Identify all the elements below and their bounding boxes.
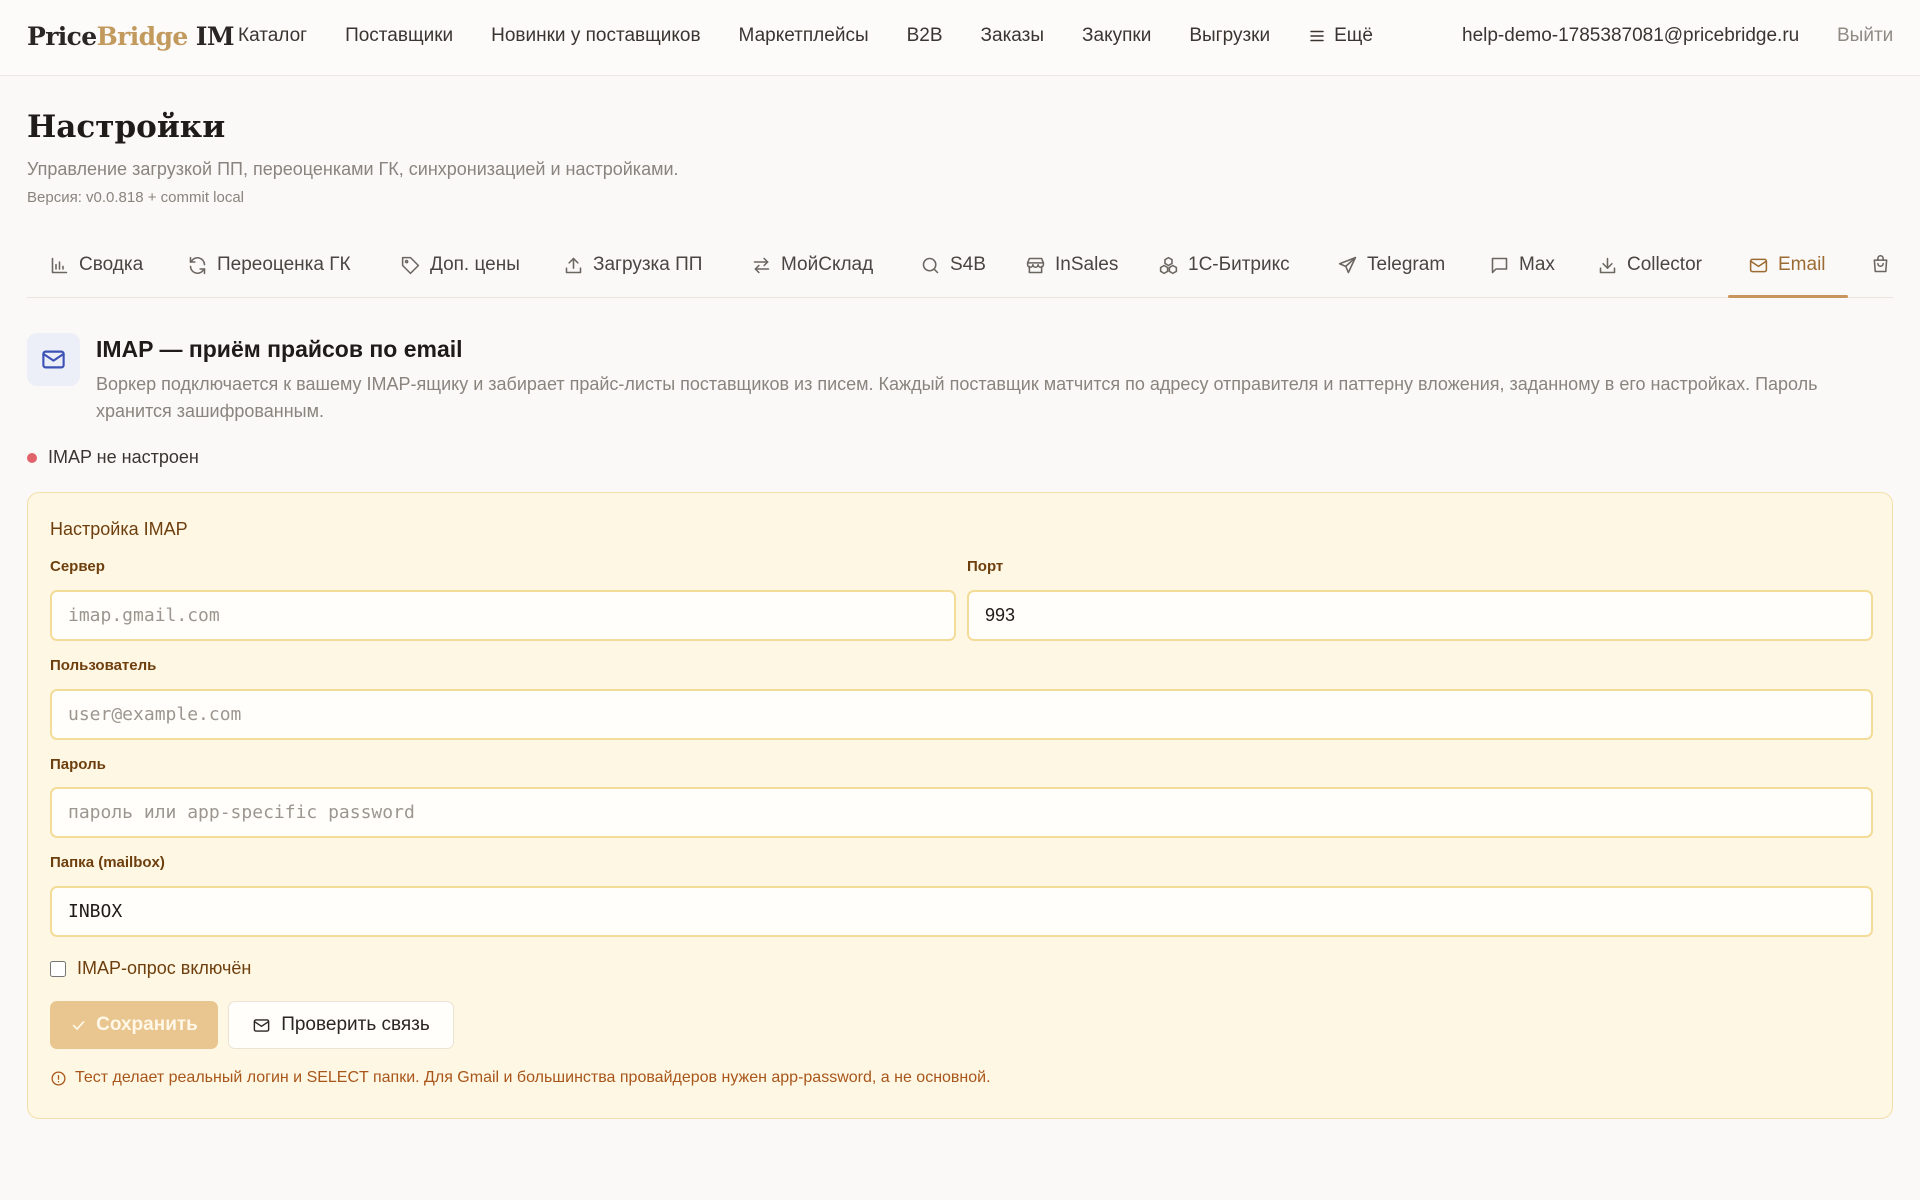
section-icon-box (27, 333, 80, 386)
test-button-label: Проверить связь (281, 1014, 430, 1035)
logo-text-im: IM (187, 22, 235, 51)
tab-more[interactable] (1870, 254, 1891, 275)
nav-more-label: Ещё (1334, 25, 1373, 46)
tab-email-label: Email (1778, 254, 1826, 275)
nav-marketplaces[interactable]: Маркетплейсы (739, 25, 869, 47)
nav-b2b[interactable]: B2B (907, 25, 943, 47)
mail-icon (253, 1018, 270, 1032)
tab-telegram[interactable]: Telegram (1337, 254, 1445, 276)
tab-bitrix-label: 1С-Битрикс (1188, 254, 1290, 275)
page-title: Настройки (27, 109, 226, 145)
tab-moysklad[interactable]: МойСклад (751, 254, 873, 276)
top-navigation: PriceBridge IM Каталог Поставщики Новинк… (0, 0, 1920, 76)
save-button[interactable]: Сохранить (50, 1001, 218, 1049)
mail-icon (42, 350, 65, 369)
cubes-icon (1159, 256, 1178, 274)
tab-summary-label: Сводка (79, 254, 144, 275)
port-input[interactable] (967, 590, 1873, 641)
tab-max[interactable]: Max (1489, 254, 1555, 276)
nav-more[interactable]: Ещё (1308, 25, 1373, 47)
server-input[interactable] (50, 590, 956, 641)
nav-exports[interactable]: Выгрузки (1189, 25, 1270, 47)
section-title: IMAP — приём прайсов по email (96, 336, 463, 362)
tab-insales[interactable]: InSales (1025, 254, 1118, 276)
nav-supplier-news[interactable]: Новинки у поставщиков (491, 25, 700, 47)
status-text: IMAP не настроен (48, 447, 199, 467)
app-logo[interactable]: PriceBridge IM (27, 22, 235, 51)
tab-s4b[interactable]: S4B (920, 254, 986, 276)
upload-icon (565, 257, 582, 273)
status-dot (27, 452, 37, 463)
mail-icon (1749, 258, 1768, 272)
password-label: Пароль (50, 756, 106, 773)
tab-collector[interactable]: Collector (1597, 254, 1702, 276)
download-icon (1599, 257, 1616, 273)
user-input[interactable] (50, 689, 1873, 740)
polling-checkbox[interactable] (50, 960, 66, 977)
active-tab-indicator (1728, 295, 1848, 298)
test-connection-button[interactable]: Проверить связь (228, 1001, 454, 1049)
port-label: Порт (967, 558, 1004, 575)
polling-toggle[interactable]: IMAP-опрос включён (50, 958, 251, 979)
tab-summary[interactable]: Сводка (49, 254, 143, 276)
tab-email[interactable]: Email (1748, 254, 1826, 276)
logo-text-bridge: Bridge (96, 22, 189, 51)
section-description: Воркер подключается к вашему IMAP-ящику … (96, 374, 1818, 421)
nav-catalog[interactable]: Каталог (238, 25, 307, 47)
user-email[interactable]: help-demo-1785387081@pricebridge.ru (1462, 25, 1799, 47)
tab-max-label: Max (1519, 254, 1555, 275)
logout-link[interactable]: Выйти (1837, 25, 1893, 47)
nav-purchases[interactable]: Закупки (1082, 25, 1151, 47)
tab-moysklad-label: МойСклад (781, 254, 874, 275)
menu-icon (1310, 30, 1324, 42)
tab-repricing[interactable]: Переоценка ГК (187, 254, 351, 276)
imap-status: IMAP не настроен (27, 447, 199, 468)
send-icon (1338, 256, 1357, 273)
test-hint: Тест делает реальный логин и SELECT папк… (50, 1069, 991, 1087)
imap-settings-card: Настройка IMAP Сервер Порт Пользователь … (27, 492, 1893, 1119)
tab-price-upload[interactable]: Загрузка ПП (563, 254, 702, 276)
settings-tabs: Сводка Переоценка ГК Доп. цены Загрузка … (27, 240, 1893, 298)
polling-label: IMAP-опрос включён (77, 958, 252, 978)
tab-s4b-label: S4B (950, 254, 986, 275)
tab-extra-prices-label: Доп. цены (430, 254, 520, 275)
tab-repricing-label: Переоценка ГК (217, 254, 351, 275)
server-label: Сервер (50, 558, 105, 575)
folder-input[interactable] (50, 886, 1873, 937)
store-icon (1026, 257, 1045, 273)
logo-text-price: Price (27, 22, 97, 51)
tab-collector-label: Collector (1627, 254, 1702, 275)
folder-label: Папка (mailbox) (50, 854, 165, 871)
tab-bitrix[interactable]: 1С-Битрикс (1158, 254, 1290, 276)
swap-icon (753, 257, 770, 273)
card-title: Настройка IMAP (50, 519, 188, 539)
tab-insales-label: InSales (1055, 254, 1119, 275)
search-icon (922, 257, 939, 273)
version-info: Версия: v0.0.818 + commit local (27, 189, 245, 206)
refresh-icon (189, 256, 206, 274)
main-nav: Каталог Поставщики Новинки у поставщиков… (238, 25, 1373, 47)
nav-orders[interactable]: Заказы (981, 25, 1045, 47)
info-icon (51, 1070, 66, 1086)
nav-suppliers[interactable]: Поставщики (345, 25, 453, 47)
tab-telegram-label: Telegram (1367, 254, 1446, 275)
shopping-bag-icon (1873, 255, 1888, 273)
page-subtitle: Управление загрузкой ПП, переоценками ГК… (27, 159, 679, 179)
password-input[interactable] (50, 787, 1873, 838)
check-icon (72, 1020, 85, 1030)
test-hint-text: Тест делает реальный логин и SELECT папк… (75, 1069, 991, 1086)
save-button-label: Сохранить (96, 1014, 198, 1035)
tab-extra-prices[interactable]: Доп. цены (400, 254, 520, 276)
user-label: Пользователь (50, 657, 157, 674)
tab-price-upload-label: Загрузка ПП (593, 254, 703, 275)
tag-icon (401, 256, 420, 274)
bar-chart-icon (51, 257, 68, 273)
message-icon (1491, 257, 1508, 273)
